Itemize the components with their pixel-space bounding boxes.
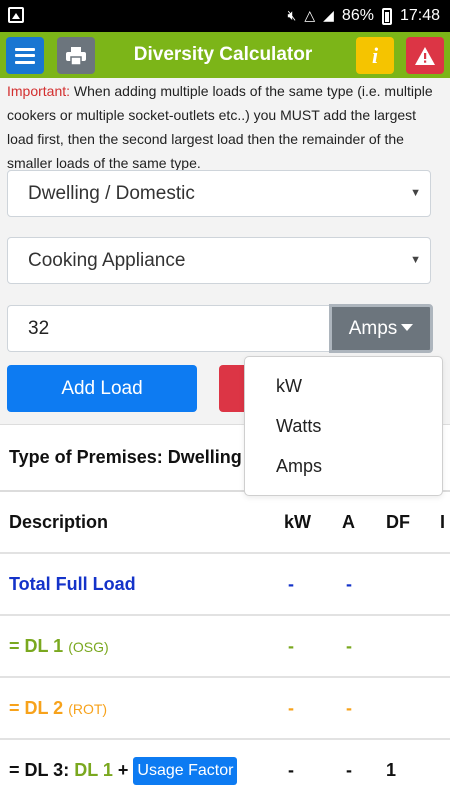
app-bar: Diversity Calculator i <box>0 32 450 78</box>
premises-select[interactable]: Dwelling / Domestic ▼ <box>7 170 431 217</box>
warning-icon <box>415 46 435 65</box>
unit-dropdown-menu: kW Watts Amps <box>244 356 443 496</box>
print-icon <box>66 46 86 65</box>
row-plus: + <box>112 760 134 780</box>
info-button[interactable]: i <box>356 37 394 74</box>
header-a: A <box>342 512 355 532</box>
important-label: Important: <box>7 83 71 99</box>
header-df: DF <box>386 512 410 532</box>
info-icon: i <box>371 42 379 68</box>
signal-icon: ◢ <box>323 8 334 24</box>
header-extra: I <box>440 512 446 532</box>
warning-button[interactable] <box>406 37 444 74</box>
wifi-icon: △ <box>304 8 316 24</box>
row-label: = DL 2 <box>9 698 64 718</box>
row-kw: - <box>288 574 294 594</box>
unit-dropdown-button[interactable]: Amps <box>329 304 433 353</box>
row-label-wrap: = DL 1 (OSG) <box>9 616 109 676</box>
menu-button[interactable] <box>6 37 44 74</box>
load-value-text: 32 <box>28 318 50 339</box>
row-label-wrap: = DL 2 (ROT) <box>9 678 107 738</box>
row-note: (ROT) <box>68 701 108 717</box>
appliance-select-value: Cooking Appliance <box>28 250 186 271</box>
unit-option-amps[interactable]: Amps <box>245 446 442 486</box>
status-icons: 🔇︎ △ ◢ 86% 17:48 <box>288 0 440 32</box>
table-header: Description kW A DF I <box>0 490 450 552</box>
row-kw: - <box>288 636 294 656</box>
table-row: = DL 1 (OSG) - - <box>0 614 450 676</box>
row-label-wrap: = DL 3: DL 1 + Usage Factor <box>9 740 238 800</box>
app-title: Diversity Calculator <box>133 44 313 65</box>
gallery-notification-icon <box>8 7 24 23</box>
mute-icon: 🔇︎ <box>287 8 297 24</box>
appliance-select[interactable]: Cooking Appliance ▼ <box>7 237 431 284</box>
add-load-button[interactable]: Add Load <box>7 365 197 412</box>
caret-down-icon <box>401 323 414 331</box>
row-kw: - <box>288 760 294 780</box>
load-table: Description kW A DF I Total Full Load - … <box>0 490 450 800</box>
row-note: (OSG) <box>68 639 109 655</box>
important-notice: Important: When adding multiple loads of… <box>7 79 443 175</box>
row-a: - <box>346 698 352 718</box>
header-description: Description <box>9 512 109 532</box>
row-a: - <box>346 760 352 780</box>
battery-icon <box>381 7 392 25</box>
notice-text: When adding multiple loads of the same t… <box>7 83 433 171</box>
unit-button-label: Amps <box>348 318 398 339</box>
row-kw: - <box>288 698 294 718</box>
row-a: - <box>346 574 352 594</box>
row-df: 1 <box>386 760 397 780</box>
premises-select-value: Dwelling / Domestic <box>28 183 195 204</box>
add-load-label: Add Load <box>61 378 143 399</box>
hamburger-icon <box>15 47 35 64</box>
chevron-down-icon: ▼ <box>410 254 421 266</box>
unit-option-kw[interactable]: kW <box>245 366 442 406</box>
table-row: = DL 2 (ROT) - - <box>0 676 450 738</box>
row-dl-ref: DL 1 <box>74 760 113 780</box>
usage-factor-button[interactable]: Usage Factor <box>133 757 238 786</box>
row-prefix: = DL 3: <box>9 760 75 780</box>
battery-percent: 86% <box>341 7 374 24</box>
premises-type-text: Type of Premises: Dwelling <box>9 447 242 467</box>
row-label: Total Full Load <box>9 574 136 594</box>
status-bar: 🔇︎ △ ◢ 86% 17:48 <box>0 0 450 32</box>
table-row: = DL 3: DL 1 + Usage Factor - - 1 <box>0 738 450 800</box>
row-a: - <box>346 636 352 656</box>
chevron-down-icon: ▼ <box>410 187 421 199</box>
unit-option-watts[interactable]: Watts <box>245 406 442 446</box>
load-value-input[interactable]: 32 <box>7 305 330 352</box>
table-row: Total Full Load - - <box>0 552 450 614</box>
clock: 17:48 <box>399 7 440 24</box>
header-kw: kW <box>284 512 311 532</box>
row-label: = DL 1 <box>9 636 64 656</box>
print-button[interactable] <box>57 37 95 74</box>
